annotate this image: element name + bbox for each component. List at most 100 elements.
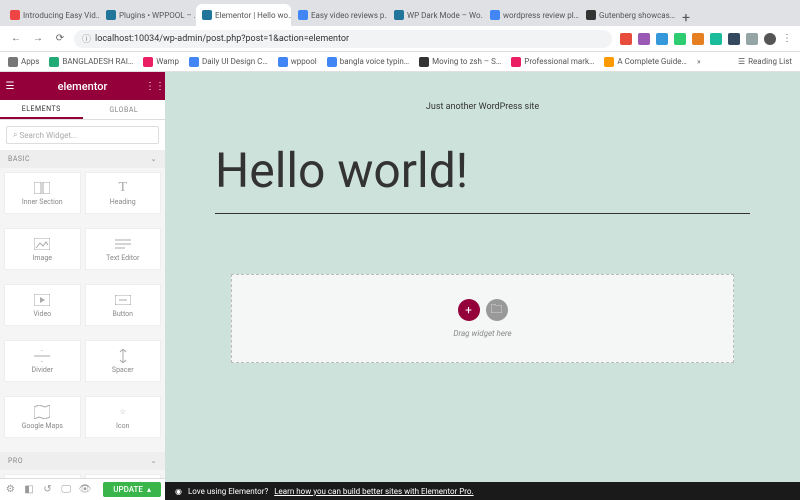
text-editor-icon <box>115 237 131 251</box>
chevron-up-icon: ▴ <box>147 485 151 494</box>
url-input[interactable]: ⓘlocalhost:10034/wp-admin/post.php?post=… <box>74 30 612 48</box>
preview-icon[interactable]: 👁 <box>79 483 92 497</box>
video-icon <box>34 293 50 307</box>
browser-tab[interactable]: Easy video reviews p…× <box>292 4 387 26</box>
extension-icon[interactable] <box>656 33 668 45</box>
page-heading[interactable]: Hello world! <box>215 142 750 199</box>
extension-icon[interactable] <box>620 33 632 45</box>
extension-icon[interactable] <box>728 33 740 45</box>
favicon-icon <box>202 10 212 20</box>
back-button[interactable]: ← <box>8 31 24 47</box>
elementor-logo: elementor <box>20 80 145 93</box>
extension-icon[interactable] <box>674 33 686 45</box>
browser-tab[interactable]: Gutenberg showcas…× <box>580 4 675 26</box>
search-widget-input[interactable]: ⌕ Search Widget... <box>6 126 159 144</box>
promo-bar: ◉ Love using Elementor? Learn how you ca… <box>165 482 800 500</box>
editor-canvas[interactable]: Just another WordPress site Hello world!… <box>165 72 800 500</box>
bookmark-apps[interactable]: Apps <box>8 57 39 67</box>
category-basic[interactable]: BASIC⌄ <box>0 150 165 168</box>
widget-spacer[interactable]: Spacer <box>85 340 162 382</box>
promo-link[interactable]: Learn how you can build better sites wit… <box>274 487 473 496</box>
star-icon: ☆ <box>115 405 131 419</box>
columns-icon <box>34 181 50 195</box>
responsive-icon[interactable]: 🖵 <box>60 483 73 497</box>
search-icon: ⌕ <box>13 130 17 140</box>
extension-icon[interactable] <box>638 33 650 45</box>
bookmark-item[interactable]: Professional mark… <box>511 57 594 67</box>
site-icon <box>511 57 521 67</box>
promo-text: Love using Elementor? <box>188 487 268 496</box>
favicon-icon <box>394 10 404 20</box>
history-icon[interactable]: ↺ <box>41 483 54 497</box>
bookmarks-bar: Apps BANGLADESH RAI… Wamp Daily UI Desig… <box>0 52 800 72</box>
bookmark-item[interactable]: Wamp <box>143 57 179 67</box>
browser-tab[interactable]: Introducing Easy Vid…× <box>4 4 99 26</box>
bookmark-item[interactable]: BANGLADESH RAI… <box>49 57 133 67</box>
panel-tabs: ELEMENTS GLOBAL <box>0 100 165 120</box>
pro-widgets-grid: Posts Portfolio <box>0 470 165 478</box>
browser-tab-strip: Introducing Easy Vid…× Plugins • WPPOOL … <box>0 0 800 26</box>
avatar-icon[interactable] <box>764 33 776 45</box>
site-icon <box>49 57 59 67</box>
bookmark-item[interactable]: wppool <box>278 57 317 67</box>
extension-icon[interactable] <box>692 33 704 45</box>
folder-icon: 🗀 <box>490 300 502 321</box>
info-icon: ⓘ <box>82 32 91 45</box>
category-pro[interactable]: PRO⌄ <box>0 452 165 470</box>
site-icon <box>419 57 429 67</box>
hamburger-icon[interactable]: ☰ <box>0 81 20 92</box>
widget-video[interactable]: Video <box>4 284 81 326</box>
widget-inner-section[interactable]: Inner Section <box>4 172 81 214</box>
site-icon <box>143 57 153 67</box>
site-icon <box>327 57 337 67</box>
chevron-down-icon: ⌄ <box>151 155 157 163</box>
browser-tab-active[interactable]: Elementor | Hello wo…× <box>196 4 291 26</box>
divider-icon <box>34 349 50 363</box>
image-icon <box>34 237 50 251</box>
button-icon <box>115 293 131 307</box>
reload-button[interactable]: ⟳ <box>52 31 68 47</box>
drop-zone[interactable]: + 🗀 Drag widget here <box>231 274 734 363</box>
bookmark-item[interactable]: A Complete Guide… <box>604 57 686 67</box>
tab-global[interactable]: GLOBAL <box>83 100 166 119</box>
browser-tab[interactable]: WP Dark Mode – Wo…× <box>388 4 483 26</box>
widget-divider[interactable]: Divider <box>4 340 81 382</box>
favicon-icon <box>490 10 500 20</box>
extension-icon[interactable] <box>710 33 722 45</box>
browser-tab[interactable]: wordpress review pl…× <box>484 4 579 26</box>
new-tab-button[interactable]: + <box>676 10 696 26</box>
navigator-icon[interactable]: ◧ <box>23 483 36 497</box>
panel-footer: ⚙ ◧ ↺ 🖵 👁 UPDATE▴ <box>0 478 165 500</box>
apps-grid-icon[interactable]: ⋮⋮⋮ <box>145 81 165 92</box>
heading-icon: T <box>115 181 131 195</box>
add-section-button[interactable]: + <box>458 299 480 321</box>
site-icon <box>604 57 614 67</box>
elementor-header: ☰ elementor ⋮⋮⋮ <box>0 72 165 100</box>
forward-button[interactable]: → <box>30 31 46 47</box>
tab-elements[interactable]: ELEMENTS <box>0 100 83 119</box>
widget-button[interactable]: Button <box>85 284 162 326</box>
favicon-icon <box>586 10 596 20</box>
menu-icon[interactable]: ⋮ <box>782 33 792 44</box>
bookmark-item[interactable]: bangla voice typin… <box>327 57 409 67</box>
reading-list-button[interactable]: ☰Reading List <box>738 57 792 66</box>
drop-zone-label: Drag widget here <box>453 329 511 338</box>
map-icon <box>34 405 50 419</box>
browser-tab[interactable]: Plugins • WPPOOL – …× <box>100 4 195 26</box>
site-tagline: Just another WordPress site <box>215 102 750 112</box>
plus-icon: + <box>465 303 472 317</box>
update-button[interactable]: UPDATE▴ <box>103 482 161 497</box>
chevron-down-icon: ⌄ <box>151 457 157 465</box>
widget-heading[interactable]: THeading <box>85 172 162 214</box>
bookmarks-overflow[interactable]: » <box>697 57 701 66</box>
widget-image[interactable]: Image <box>4 228 81 270</box>
widget-icon[interactable]: ☆Icon <box>85 396 162 438</box>
widget-text-editor[interactable]: Text Editor <box>85 228 162 270</box>
settings-icon[interactable]: ⚙ <box>4 483 17 497</box>
widget-google-maps[interactable]: Google Maps <box>4 396 81 438</box>
extension-icon[interactable] <box>746 33 758 45</box>
add-template-button[interactable]: 🗀 <box>486 299 508 321</box>
bookmark-item[interactable]: Moving to zsh – S… <box>419 57 501 67</box>
bookmark-item[interactable]: Daily UI Design C… <box>189 57 268 67</box>
favicon-icon <box>106 10 116 20</box>
